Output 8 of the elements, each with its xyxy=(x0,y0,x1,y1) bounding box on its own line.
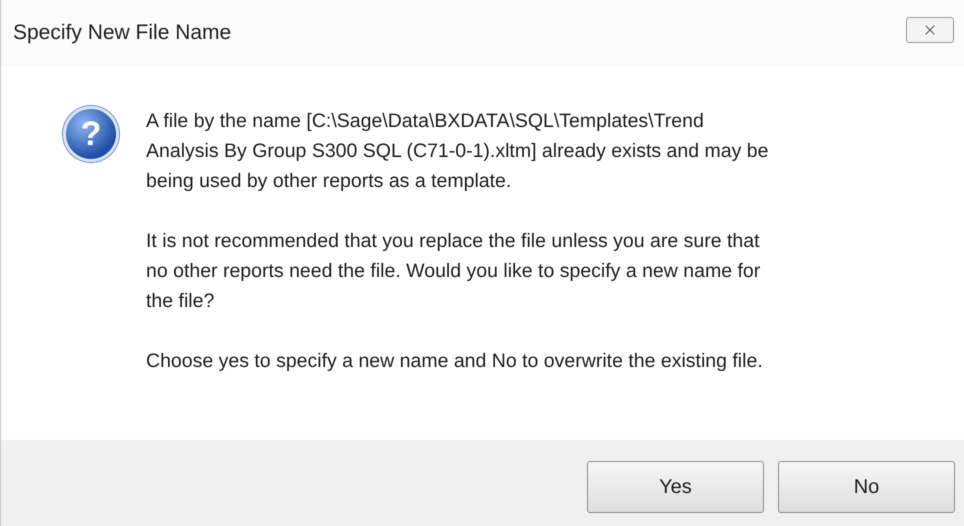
dialog-button[interactable]: No xyxy=(778,461,955,513)
message-paragraph: It is not recommended that you replace the file unless you are sure that no other reports need the file. Would you like to specify a new name for the file? xyxy=(146,229,762,314)
dialog-button[interactable]: Yes xyxy=(587,461,764,513)
help-icon: ? xyxy=(63,106,119,162)
window-title: Specify New File Name xyxy=(13,20,232,46)
close-button[interactable] xyxy=(906,17,954,43)
message-paragraph: A file by the name [C:\Sage\Data\BXDATA\SQL\Templates\Trend Analysis By Group S300 SQL (C71-0-1).xltm] already exists and may be being used by other reports as a template. xyxy=(146,109,768,194)
message-paragraph: Choose yes to specify a new name and No to overwrite the existing file. xyxy=(146,349,764,374)
